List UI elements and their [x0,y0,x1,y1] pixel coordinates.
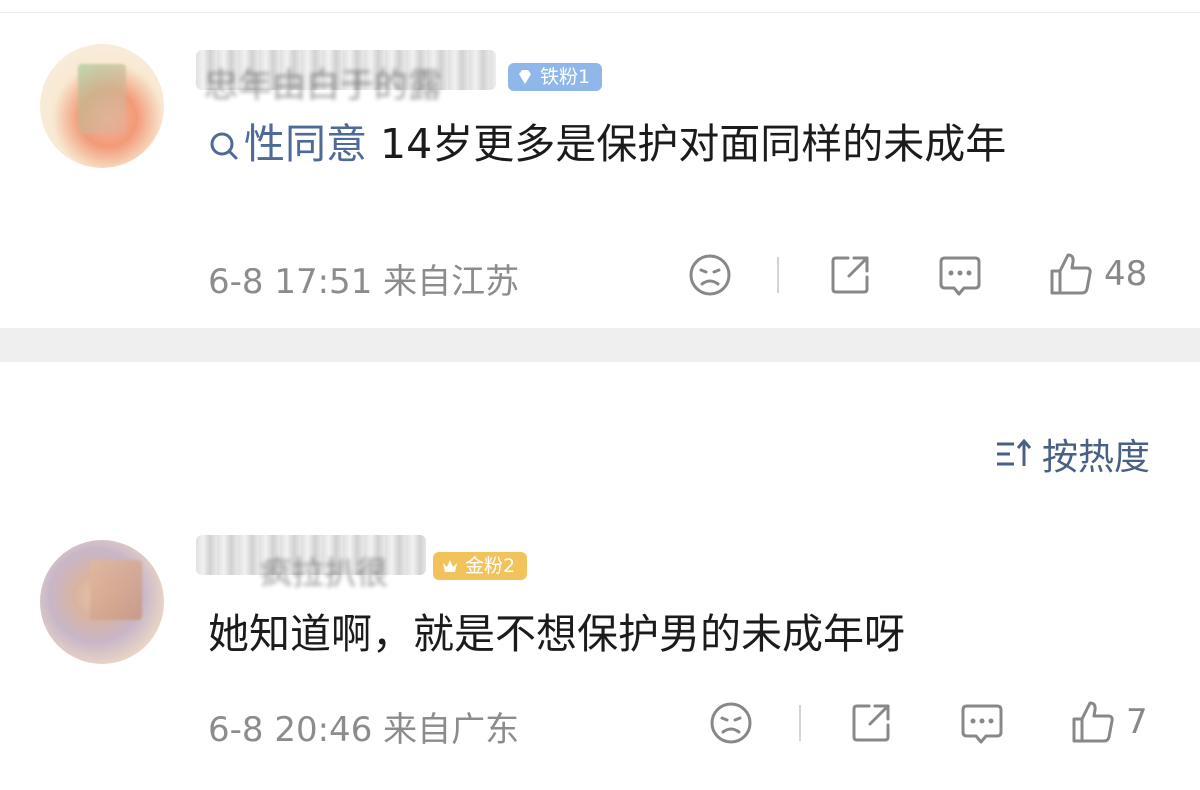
sort-label: 按热度 [1041,437,1150,478]
dislike-button[interactable] [709,701,753,745]
avatar[interactable] [40,540,164,664]
time-location: 6-8 17:51 来自江苏 [208,262,520,302]
fan-badge[interactable]: 铁粉1 [508,63,603,91]
diamond-icon [519,70,531,84]
sort-icon [996,438,1032,466]
dislike-face-icon [710,702,752,744]
dislike-button[interactable] [688,253,732,297]
comment-icon [961,704,1003,744]
top-divider [0,12,1200,13]
sort-button[interactable]: 按热度 [994,428,1150,480]
search-icon [210,132,238,160]
avatar-blur [90,560,142,620]
dislike-face-icon [689,254,731,296]
avatar-blur [78,64,126,134]
badge-label: 铁粉1 [540,66,591,88]
share-button[interactable] [849,701,893,745]
action-divider [777,257,779,293]
username-fragment: 忠年由白于的露 [204,66,442,106]
like-count: 7 [1126,702,1148,742]
thumb-up-icon [1072,701,1114,743]
crown-icon [443,560,457,572]
username-fragment: 疯拉扒很 [260,554,389,592]
comment-body: 14岁更多是保护对面同样的未成年 [367,120,1007,168]
like-button[interactable]: 48 [1048,251,1147,297]
action-divider [799,705,801,741]
like-button[interactable]: 7 [1070,699,1148,745]
comment-text: 她知道啊，就是不想保护男的未成年呀 [208,610,905,658]
like-count: 48 [1104,254,1148,294]
share-button[interactable] [828,253,872,297]
fan-badge[interactable]: 金粉2 [433,552,528,580]
comment-button[interactable] [959,701,1005,747]
share-icon [831,256,869,294]
comment-text: 性同意 14岁更多是保护对面同样的未成年 [208,118,1006,170]
search-keyword-link[interactable]: 性同意 [208,120,367,168]
comment-button[interactable] [937,253,983,299]
comment-icon [939,256,981,296]
avatar[interactable] [40,44,164,168]
badge-label: 金粉2 [465,555,516,577]
search-keyword-text: 性同意 [244,120,367,168]
time-location: 6-8 20:46 来自广东 [208,710,520,750]
thumb-up-icon [1050,253,1092,295]
section-separator [0,328,1200,362]
share-icon [852,704,890,742]
